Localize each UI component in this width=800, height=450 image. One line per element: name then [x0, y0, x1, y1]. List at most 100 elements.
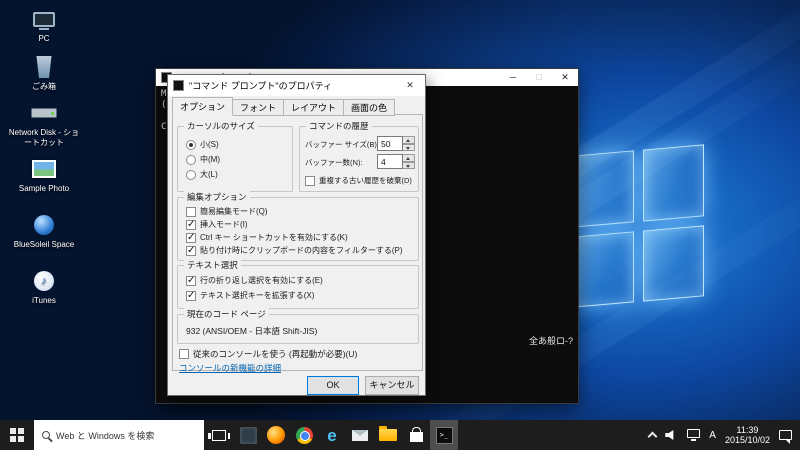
- maximize-button[interactable]: □: [526, 69, 552, 86]
- tab-layout[interactable]: レイアウト: [284, 99, 344, 116]
- windows-logo-pane: [572, 231, 634, 308]
- radio-icon[interactable]: [186, 140, 196, 150]
- checkbox-icon[interactable]: [186, 220, 196, 230]
- task-view-icon: [212, 430, 226, 441]
- desktop-icon-sample-photo[interactable]: Sample Photo: [8, 156, 80, 194]
- ok-button[interactable]: OK: [307, 376, 359, 395]
- task-view-button[interactable]: [204, 420, 234, 450]
- clock-time: 11:39: [725, 425, 770, 436]
- text-selection-group: テキスト選択 行の折り返し選択を有効にする(E) テキスト選択キーを拡張する(X…: [177, 265, 419, 309]
- search-icon: [42, 431, 50, 439]
- checkbox-extended-text-keys[interactable]: テキスト選択キーを拡張する(X): [186, 290, 314, 301]
- desktop-icon-label: Network Disk - ショートカット: [8, 128, 80, 148]
- radio-cursor-medium[interactable]: 中(M): [186, 154, 220, 165]
- desktop-icon-recycle-bin[interactable]: ごみ箱: [8, 54, 80, 92]
- radio-cursor-large[interactable]: 大(L): [186, 169, 218, 180]
- checkbox-label: 簡易編集モード(Q): [200, 206, 268, 217]
- folder-icon: [379, 429, 397, 441]
- photo-icon: [8, 156, 80, 182]
- taskbar-file-explorer[interactable]: [374, 420, 402, 450]
- minimize-button[interactable]: ─: [500, 69, 526, 86]
- checkbox-label: Ctrl キー ショートカットを有効にする(K): [200, 232, 348, 243]
- code-page-group: 現在のコード ページ 932 (ANSI/OEM - 日本語 Shift-JIS…: [177, 314, 419, 344]
- dialog-title: "コマンド プロンプト"のプロパティ: [189, 79, 395, 92]
- recycle-bin-icon: [8, 54, 80, 80]
- desktop-icon-itunes[interactable]: ♪ iTunes: [8, 268, 80, 306]
- checkbox-label: 行の折り返し選択を有効にする(E): [200, 275, 323, 286]
- taskbar-command-prompt-active[interactable]: >_: [430, 420, 458, 450]
- group-title: カーソルのサイズ: [184, 120, 258, 132]
- tab-screen-colors[interactable]: 画面の色: [344, 99, 395, 116]
- ime-status-bar: 全あ般ロ-?: [529, 334, 573, 347]
- music-note-icon: ♪: [41, 276, 47, 286]
- command-prompt-icon: >_: [436, 427, 453, 444]
- close-button[interactable]: ✕: [552, 69, 578, 86]
- close-icon[interactable]: ✕: [395, 75, 425, 96]
- taskbar-app-1[interactable]: [234, 420, 262, 450]
- desktop-icon-label: iTunes: [8, 296, 80, 306]
- checkbox-label: テキスト選択キーを拡張する(X): [200, 290, 314, 301]
- checkbox-icon[interactable]: [186, 233, 196, 243]
- dialog-titlebar[interactable]: "コマンド プロンプト"のプロパティ ✕: [168, 75, 425, 96]
- mail-icon: [352, 430, 368, 441]
- checkbox-discard-duplicates[interactable]: 重複する古い履歴を破棄(D): [305, 175, 412, 186]
- radio-icon[interactable]: [186, 155, 196, 165]
- new-console-features-link[interactable]: コンソールの新機能の詳細: [179, 362, 281, 374]
- taskbar-store[interactable]: [402, 420, 430, 450]
- windows-start-icon: [10, 428, 24, 442]
- group-title: テキスト選択: [184, 259, 241, 271]
- checkbox-icon[interactable]: [186, 291, 196, 301]
- ime-mode-indicator[interactable]: A: [709, 430, 716, 441]
- group-title: コマンドの履歴: [306, 120, 372, 132]
- radio-cursor-small[interactable]: 小(S): [186, 139, 219, 150]
- taskbar-chrome[interactable]: [290, 420, 318, 450]
- checkbox-icon[interactable]: [186, 207, 196, 217]
- cancel-button[interactable]: キャンセル: [365, 376, 419, 395]
- checkbox-icon[interactable]: [305, 176, 315, 186]
- spin-up-icon[interactable]: [403, 154, 415, 162]
- store-icon: [410, 432, 423, 442]
- desktop-icon-network-disk[interactable]: Network Disk - ショートカット: [8, 100, 80, 148]
- code-page-value: 932 (ANSI/OEM - 日本語 Shift-JIS): [186, 325, 317, 337]
- spin-down-icon[interactable]: [403, 144, 415, 152]
- buffer-size-input[interactable]: 50: [377, 136, 403, 151]
- checkbox-insert-mode[interactable]: 挿入モード(I): [186, 219, 248, 230]
- start-button[interactable]: [0, 420, 34, 450]
- checkbox-icon[interactable]: [179, 349, 189, 359]
- windows-logo-pane: [572, 150, 634, 227]
- tab-font[interactable]: フォント: [233, 99, 284, 116]
- checkbox-ctrl-shortcuts[interactable]: Ctrl キー ショートカットを有効にする(K): [186, 232, 348, 243]
- taskbar-firefox[interactable]: [262, 420, 290, 450]
- network-icon[interactable]: [687, 429, 700, 438]
- checkbox-icon[interactable]: [186, 246, 196, 256]
- edge-icon: e: [327, 427, 336, 444]
- desktop-icon-bluesoleil[interactable]: BlueSoleil Space: [8, 212, 80, 250]
- console-icon: [173, 80, 184, 91]
- tab-options[interactable]: オプション: [172, 97, 233, 116]
- checkbox-label: 重複する古い履歴を破棄(D): [319, 175, 412, 186]
- volume-icon[interactable]: [665, 429, 678, 441]
- checkbox-legacy-console[interactable]: 従来のコンソールを使う (再起動が必要)(U): [179, 348, 357, 360]
- checkbox-filter-clipboard[interactable]: 貼り付け時にクリップボードの内容をフィルターする(P): [186, 245, 403, 256]
- radio-label: 小(S): [200, 139, 219, 150]
- firefox-icon: [267, 426, 285, 444]
- tab-strip: オプション フォント レイアウト 画面の色: [172, 97, 395, 115]
- radio-icon[interactable]: [186, 170, 196, 180]
- chevron-up-icon[interactable]: [648, 432, 658, 442]
- clock[interactable]: 11:39 2015/10/02: [725, 425, 770, 446]
- desktop-icon-pc[interactable]: PC: [8, 6, 80, 44]
- buffer-count-input[interactable]: 4: [377, 154, 403, 169]
- spin-up-icon[interactable]: [403, 136, 415, 144]
- action-center-icon[interactable]: [779, 430, 792, 440]
- buffer-count-label: バッファー数(N):: [305, 157, 363, 168]
- group-title: 現在のコード ページ: [184, 308, 269, 320]
- checkbox-line-wrap-selection[interactable]: 行の折り返し選択を有効にする(E): [186, 275, 323, 286]
- checkbox-icon[interactable]: [186, 276, 196, 286]
- spin-down-icon[interactable]: [403, 162, 415, 170]
- taskbar-search[interactable]: Web と Windows を検索: [34, 420, 204, 450]
- taskbar-mail[interactable]: [346, 420, 374, 450]
- taskbar-edge[interactable]: e: [318, 420, 346, 450]
- app-icon: [240, 427, 257, 444]
- checkbox-quickedit[interactable]: 簡易編集モード(Q): [186, 206, 268, 217]
- windows-logo: [572, 144, 704, 308]
